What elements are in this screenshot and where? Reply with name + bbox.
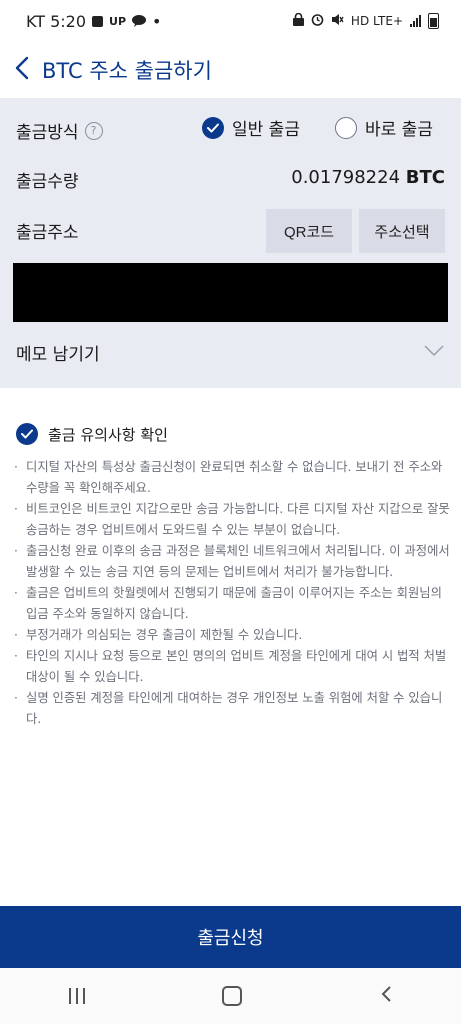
amount-unit: BTC [405, 167, 445, 188]
notice-confirm[interactable]: 출금 유의사항 확인 [16, 423, 168, 445]
address-select-button[interactable]: 주소선택 [359, 209, 445, 253]
status-bar: KT 5:20 UP • HD LTE+ [0, 0, 461, 42]
nav-back-icon[interactable] [380, 984, 392, 1009]
list-item: · 비트코인은 비트코인 지갑으로만 송금 가능합니다. 다른 디지털 자산 지갑… [14, 502, 450, 537]
battery-icon [428, 13, 439, 29]
address-input[interactable] [13, 263, 448, 322]
header: BTC 주소 출금하기 [0, 42, 461, 98]
notification-dot: • [152, 11, 162, 31]
option-instant-withdraw[interactable]: 바로 출금 [335, 115, 433, 140]
alarm-icon [311, 13, 324, 29]
carrier-time: KT 5:20 [26, 11, 87, 31]
withdraw-amount: 0.01798224 BTC [291, 167, 445, 188]
page-title: BTC 주소 출금하기 [42, 59, 212, 83]
qr-code-button[interactable]: QR코드 [266, 209, 352, 253]
withdraw-method-label: 출금방식 [16, 123, 79, 143]
list-item: · 타인의 지시나 요청 등으로 본인 명의의 업비트 계정을 타인에게 대여 시… [14, 649, 447, 684]
option-normal-withdraw[interactable]: 일반 출금 [202, 115, 300, 140]
notice-list: · 디지털 자산의 특성상 출금신청이 완료되면 취소할 수 없습니다. 보내기 … [14, 457, 450, 730]
network-label: HD LTE+ [350, 14, 403, 28]
list-item: · 부정거래가 의심되는 경우 출금이 제한될 수 있습니다. [14, 628, 303, 642]
memo-toggle-label[interactable]: 메모 남기기 [16, 340, 100, 365]
notice-confirm-label[interactable]: 출금 유의사항 확인 [48, 424, 168, 445]
gallery-icon [92, 15, 104, 27]
withdraw-address-label: 출금주소 [16, 223, 79, 243]
withdraw-method-row: 출금방식 ? [16, 118, 103, 143]
help-icon[interactable]: ? [84, 121, 103, 140]
system-nav-bar [0, 968, 461, 1024]
mute-icon [331, 13, 344, 29]
signal-icon [410, 15, 421, 27]
status-right: HD LTE+ [292, 12, 439, 29]
check-icon[interactable] [16, 423, 38, 445]
radio-empty-icon[interactable] [335, 116, 357, 139]
talk-icon [132, 12, 147, 31]
recent-apps-icon[interactable] [68, 988, 85, 1004]
home-icon[interactable] [222, 986, 243, 1006]
list-item: · 출금은 업비트의 핫월렛에서 진행되기 때문에 출금이 이루어지는 주소는 회… [14, 586, 442, 621]
amount-value: 0.01798224 [291, 167, 401, 188]
lock-icon [292, 12, 304, 29]
option-instant-label[interactable]: 바로 출금 [365, 115, 433, 140]
list-item: · 디지털 자산의 특성상 출금신청이 완료되면 취소할 수 없습니다. 보내기 … [14, 460, 443, 495]
status-left: KT 5:20 UP • [26, 12, 161, 31]
up-icon: UP [109, 14, 127, 28]
withdraw-amount-label: 출금수량 [16, 172, 79, 192]
option-normal-label[interactable]: 일반 출금 [232, 115, 300, 140]
list-item: · 실명 인증된 계정을 타인에게 대여하는 경우 개인정보 노출 위험에 처할 … [14, 691, 443, 726]
check-icon[interactable] [202, 116, 224, 139]
back-icon[interactable] [14, 55, 38, 86]
list-item: · 출금신청 완료 이후의 송금 과정은 블록체인 네트워크에서 처리됩니다. 이… [14, 544, 450, 579]
submit-withdraw-button[interactable]: 출금신청 [0, 906, 461, 968]
chevron-down-icon[interactable] [424, 342, 444, 358]
